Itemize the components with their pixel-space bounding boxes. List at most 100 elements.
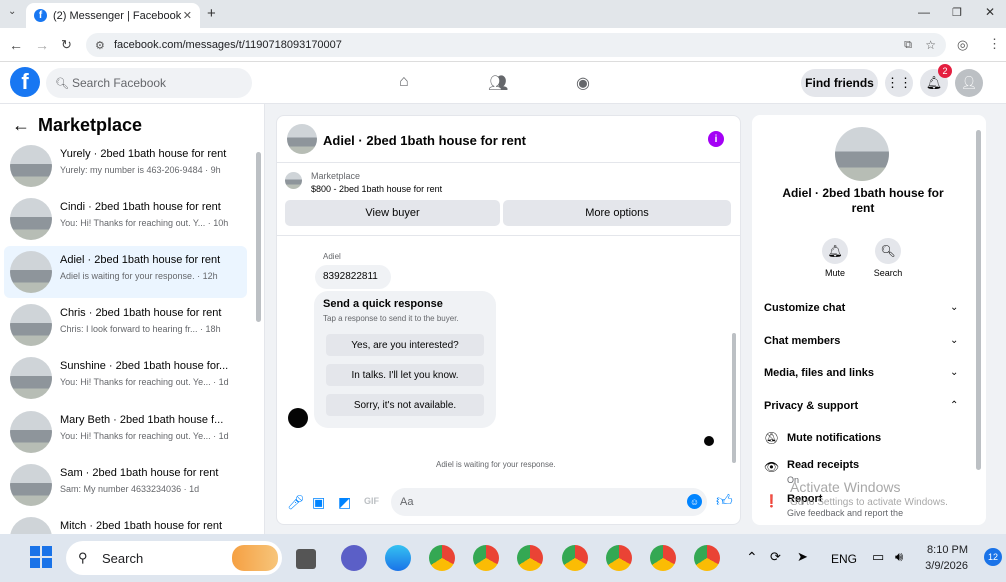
message-placeholder: Aa — [400, 496, 414, 508]
conversation-name: Mary Beth · 2bed 1bath house f... — [60, 414, 224, 426]
conversation-item[interactable]: Cindi · 2bed 1bath house for rent You: H… — [4, 193, 247, 245]
install-app-icon[interactable]: ⧉ — [904, 39, 912, 52]
tray-chevron-up-icon[interactable]: ⌃ — [746, 549, 758, 566]
new-tab-button[interactable]: + — [207, 5, 216, 22]
quick-response-subtitle: Tap a response to send it to the buyer. — [323, 314, 459, 323]
sticker-icon[interactable]: ◩ — [338, 494, 351, 511]
find-friends-button[interactable]: Find friends — [801, 69, 878, 97]
read-receipts-option[interactable]: Read receipts — [787, 459, 859, 471]
minimize-button[interactable]: — — [918, 5, 930, 19]
quick-response-title: Send a quick response — [323, 298, 443, 310]
groups-icon[interactable]: ◉ — [576, 73, 590, 93]
back-arrow-icon[interactable]: ← — [12, 115, 30, 136]
more-options-button[interactable]: More options — [503, 200, 731, 226]
mute-notifications-option[interactable]: Mute notifications — [787, 432, 881, 444]
taskbar-search[interactable]: ⚲ Search — [66, 541, 282, 575]
taskbar-clock[interactable]: 8:10 PM 3/9/2026 — [912, 542, 968, 574]
listing-thumbnail — [10, 304, 52, 346]
chrome-profile-icon[interactable] — [517, 545, 543, 571]
conversation-item[interactable]: Chris · 2bed 1bath house for rent Chris:… — [4, 299, 247, 351]
chat-scrollbar[interactable] — [732, 333, 736, 463]
restore-button[interactable]: ❐ — [952, 6, 962, 19]
listing-thumbnail — [10, 251, 52, 293]
chrome-active-icon[interactable] — [650, 545, 676, 571]
photo-icon[interactable]: ▣ — [312, 494, 325, 511]
sender-avatar — [288, 408, 308, 428]
notification-count-badge[interactable]: 12 — [984, 548, 1002, 566]
emoji-icon[interactable]: ☺ — [687, 494, 702, 509]
conversation-list-scrollbar[interactable] — [256, 152, 261, 322]
close-window-button[interactable]: ✕ — [985, 5, 995, 19]
chrome-profile-icon[interactable] — [473, 545, 499, 571]
info-icon[interactable]: i — [708, 131, 724, 147]
chrome-profile-icon[interactable] — [606, 545, 632, 571]
site-info-icon[interactable]: ⚙ — [95, 39, 105, 52]
conversation-item[interactable]: Mary Beth · 2bed 1bath house f... You: H… — [4, 406, 247, 458]
volume-icon[interactable]: 🔊︎ — [895, 549, 903, 565]
tray-app-icon[interactable]: ⟳ — [770, 549, 781, 565]
browser-menu-icon[interactable]: ⋮ — [988, 36, 1001, 52]
tab-search-chevron-icon[interactable]: ⌄ — [8, 6, 16, 17]
chevron-up-icon[interactable]: ⌃ — [950, 400, 958, 411]
customize-chat-section[interactable]: Customize chat — [764, 302, 845, 314]
friends-icon[interactable]: 👥︎ — [488, 73, 508, 93]
details-avatar — [835, 127, 889, 181]
view-buyer-button[interactable]: View buyer — [285, 200, 500, 226]
search-icon: ⚲ — [78, 550, 88, 565]
listing-label: Marketplace — [311, 171, 361, 181]
listing-thumbnail — [10, 198, 52, 240]
chat-avatar — [287, 124, 317, 154]
chevron-down-icon[interactable]: ⌄ — [950, 367, 958, 378]
conversation-item-selected[interactable]: Adiel · 2bed 1bath house for rent Adiel … — [4, 246, 247, 298]
account-avatar[interactable]: 👤︎ — [955, 69, 983, 97]
gif-icon[interactable]: GIF — [364, 496, 379, 506]
taskbar-search-label: Search — [102, 550, 144, 566]
activate-windows-subtext: Go to Settings to activate Windows. — [790, 497, 948, 508]
bookmark-star-icon[interactable]: ☆ — [925, 38, 936, 52]
facebook-logo[interactable]: f — [10, 67, 40, 97]
browser-tab[interactable]: f (2) Messenger | Facebook ✕ — [26, 3, 200, 28]
listing-thumbnail — [10, 411, 52, 453]
profile-icon[interactable]: ◎ — [957, 37, 968, 53]
privacy-support-section[interactable]: Privacy & support — [764, 400, 858, 412]
conversation-item[interactable]: Sam · 2bed 1bath house for rent Sam: My … — [4, 459, 247, 511]
menu-grid-icon[interactable]: ⋮⋮ — [885, 69, 913, 97]
edge-icon[interactable] — [385, 545, 411, 571]
like-thumb-icon[interactable]: 👍︎ — [716, 492, 733, 511]
search-icon[interactable]: 🔍︎ — [875, 238, 901, 264]
quick-reply-not-available[interactable]: Sorry, it's not available. — [326, 394, 484, 416]
chat-title[interactable]: Adiel · 2bed 1bath house for rent — [323, 133, 526, 148]
conversation-item[interactable]: Sunshine · 2bed 1bath house for... You: … — [4, 352, 247, 404]
mute-bell-icon[interactable]: 🔔︎ — [822, 238, 848, 264]
search-facebook-input[interactable]: 🔍︎ Search Facebook — [46, 68, 252, 98]
network-icon[interactable]: ▭ — [872, 549, 884, 565]
quick-reply-interested[interactable]: Yes, are you interested? — [326, 334, 484, 356]
forward-icon[interactable]: → — [35, 37, 49, 53]
seen-indicator — [704, 436, 714, 446]
conversation-item[interactable]: Yurely · 2bed 1bath house for rent Yurel… — [4, 140, 247, 192]
microphone-icon[interactable]: 🎤︎ — [287, 494, 305, 511]
reload-icon[interactable]: ↻ — [61, 37, 72, 53]
back-icon[interactable]: ← — [9, 37, 23, 53]
teams-meet-icon[interactable] — [341, 545, 367, 571]
file-explorer-icon[interactable] — [296, 549, 316, 569]
windows-start-icon[interactable] — [30, 546, 52, 568]
location-icon[interactable]: ➤ — [797, 549, 808, 565]
conversation-preview: Sam: My number 4633234036 · 1d — [60, 484, 200, 494]
media-files-links-section[interactable]: Media, files and links — [764, 367, 874, 379]
home-icon[interactable]: ⌂ — [399, 73, 409, 91]
message-input[interactable]: Aa ☺ — [391, 488, 707, 516]
conversation-item[interactable]: Mitch · 2bed 1bath house for rent — [4, 512, 247, 534]
chevron-down-icon[interactable]: ⌄ — [950, 302, 958, 313]
url-field[interactable]: ⚙ facebook.com/messages/t/11907180931700… — [86, 33, 946, 57]
chrome-profile-icon[interactable] — [694, 545, 720, 571]
chrome-profile-icon[interactable] — [562, 545, 588, 571]
chrome-icon[interactable] — [429, 545, 455, 571]
language-indicator[interactable]: ENG — [831, 552, 857, 566]
tab-close-icon[interactable]: ✕ — [183, 9, 192, 22]
chevron-down-icon[interactable]: ⌄ — [950, 335, 958, 346]
details-scrollbar[interactable] — [976, 130, 981, 470]
quick-reply-in-talks[interactable]: In talks. I'll let you know. — [326, 364, 484, 386]
chat-members-section[interactable]: Chat members — [764, 335, 840, 347]
tab-title: (2) Messenger | Facebook — [53, 9, 182, 22]
